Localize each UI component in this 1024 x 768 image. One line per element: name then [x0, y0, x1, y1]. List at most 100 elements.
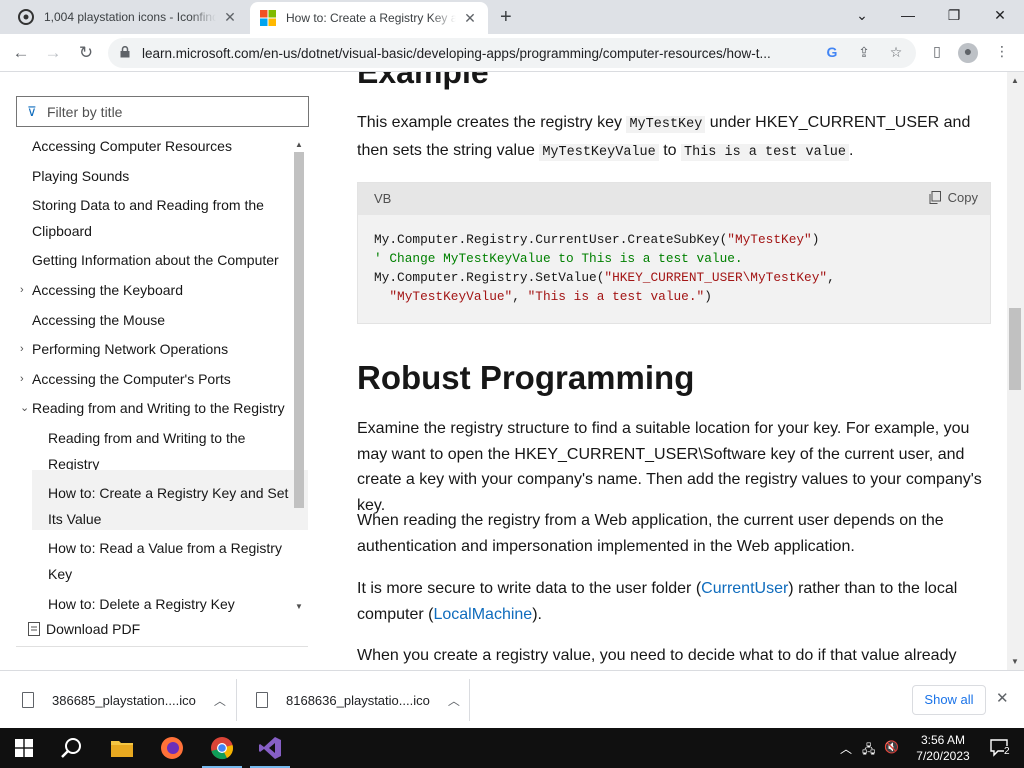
expand-chevron-icon[interactable]: ›: [20, 277, 24, 303]
toc-item-create-registry-key-cont[interactable]: Its Value: [48, 506, 101, 532]
currentuser-link[interactable]: CurrentUser: [701, 580, 788, 597]
expand-chevron-icon[interactable]: ›: [20, 366, 24, 392]
code-string: "MyTestKey": [727, 232, 812, 247]
forward-arrow-icon[interactable]: →: [42, 42, 64, 64]
toc-item-registry[interactable]: ⌄ Reading from and Writing to the Regist…: [20, 395, 285, 421]
download-pdf-label: Download PDF: [46, 621, 141, 637]
collapse-chevron-icon[interactable]: ⌄: [20, 395, 29, 421]
localmachine-link[interactable]: LocalMachine: [433, 606, 532, 623]
download-pdf-link[interactable]: Download PDF: [28, 621, 140, 637]
firefox-button[interactable]: [148, 728, 196, 768]
scroll-thumb[interactable]: [294, 152, 304, 508]
back-arrow-icon[interactable]: ←: [10, 42, 32, 64]
file-explorer-button[interactable]: [98, 728, 146, 768]
new-tab-button[interactable]: +: [500, 6, 512, 29]
close-icon[interactable]: ✕: [996, 689, 1009, 707]
download-bar: 386685_playstation....ico ︿ 8168636_play…: [0, 670, 1024, 728]
restore-icon[interactable]: ❐: [934, 4, 974, 26]
toc-item-read-value[interactable]: How to: Read a Value from a Registry: [48, 535, 282, 561]
chevron-up-icon[interactable]: ︿: [448, 692, 460, 709]
code-header: VB Copy: [358, 183, 990, 215]
code-string: "HKEY_CURRENT_USER\MyTestKey": [604, 270, 828, 285]
toc-item-delete-key[interactable]: How to: Delete a Registry Key: [48, 591, 235, 614]
toc-item-accessing-computer-resources[interactable]: Accessing Computer Resources: [32, 134, 232, 159]
tab-registry-doc[interactable]: How to: Create a Registry Key and Set It…: [250, 2, 488, 34]
start-button[interactable]: [0, 728, 48, 768]
expand-chevron-icon[interactable]: ›: [20, 336, 24, 362]
code-token: ): [811, 232, 820, 247]
download-filename: 386685_playstation....ico: [52, 692, 196, 708]
tab-strip: 1,004 playstation icons - Iconfinder ✕ H…: [0, 0, 1024, 34]
download-filename: 8168636_playstatio....ico: [286, 692, 430, 708]
text: ).: [532, 605, 542, 623]
volume-muted-icon[interactable]: 🔇: [884, 740, 899, 754]
side-panel-icon[interactable]: ▯: [927, 43, 947, 63]
notification-count-badge: 2: [1004, 746, 1010, 757]
visual-studio-button[interactable]: [246, 728, 294, 768]
toc-item-accessing-keyboard[interactable]: › Accessing the Keyboard: [20, 277, 183, 303]
code-language-label: VB: [374, 191, 392, 206]
close-window-icon[interactable]: ✕: [980, 4, 1020, 26]
profile-avatar-icon[interactable]: ●: [958, 43, 978, 63]
network-icon[interactable]: 🖧: [862, 740, 875, 761]
toc-item-computer-info[interactable]: Getting Information about the Computer: [32, 247, 279, 273]
download-item[interactable]: 8168636_playstatio....ico ︿: [256, 671, 460, 729]
download-item[interactable]: 386685_playstation....ico ︿: [22, 671, 226, 729]
text: It is more secure to write data to the u…: [357, 580, 702, 597]
show-hidden-icons-chevron[interactable]: ︿: [840, 740, 852, 757]
toc-item-computer-ports[interactable]: › Accessing the Computer's Ports: [20, 366, 231, 392]
lock-icon: [120, 46, 130, 58]
action-center-button[interactable]: 2: [976, 728, 1024, 768]
filter-input[interactable]: [47, 103, 308, 120]
toc-filter[interactable]: ⊽: [16, 96, 309, 127]
toc-item-storing-data-clipboard-cont[interactable]: Clipboard: [32, 218, 92, 244]
reload-icon[interactable]: ↻: [75, 42, 97, 64]
microsoft-logo-icon: [260, 10, 276, 26]
code-token: My.Computer.Registry.SetValue(: [374, 270, 605, 285]
close-tab-icon[interactable]: ✕: [222, 9, 238, 26]
google-translate-icon[interactable]: G: [822, 44, 842, 62]
copy-label: Copy: [947, 190, 978, 205]
scroll-down-icon[interactable]: ▼: [295, 602, 303, 611]
chrome-icon: [211, 737, 233, 760]
code-token: ,: [827, 270, 835, 285]
text: to: [658, 141, 681, 159]
paragraph: It is more secure to write data to the u…: [357, 576, 991, 627]
toc-item-storing-data-clipboard[interactable]: Storing Data to and Reading from the: [32, 192, 264, 218]
code-block: VB Copy My.Computer.Registry.CurrentUser…: [357, 182, 991, 324]
paragraph: When reading the registry from a Web app…: [357, 512, 944, 555]
more-menu-icon[interactable]: ⋮: [992, 43, 1012, 63]
toc-item-create-registry-key[interactable]: How to: Create a Registry Key and Set: [48, 480, 288, 506]
address-bar[interactable]: learn.microsoft.com/en-us/dotnet/visual-…: [108, 38, 916, 68]
tab-iconfinder[interactable]: 1,004 playstation icons - Iconfinder ✕: [8, 0, 248, 34]
chevron-up-icon[interactable]: ︿: [214, 692, 226, 709]
toc-item-accessing-mouse[interactable]: Accessing the Mouse: [32, 307, 165, 333]
scroll-up-icon[interactable]: ▲: [295, 140, 303, 149]
close-tab-icon[interactable]: ✕: [462, 10, 478, 27]
file-icon: [22, 692, 34, 708]
file-icon: [256, 692, 268, 708]
search-button[interactable]: [48, 728, 96, 768]
show-all-button[interactable]: Show all: [912, 685, 986, 715]
toc-item-read-value-cont[interactable]: Key: [48, 561, 72, 587]
system-clock[interactable]: 3:56 AM 7/20/2023: [912, 732, 974, 764]
scroll-down-icon[interactable]: ▼: [1011, 657, 1019, 666]
page-scrollbar[interactable]: ▲ ▼: [1007, 72, 1024, 670]
minimize-icon[interactable]: —: [888, 4, 928, 26]
bookmark-star-icon[interactable]: ☆: [886, 44, 906, 62]
scroll-up-icon[interactable]: ▲: [1011, 76, 1019, 85]
divider: [469, 679, 470, 721]
toc-item-read-write-registry[interactable]: Reading from and Writing to the: [48, 425, 245, 451]
tab-search-chevron-icon[interactable]: ⌄: [842, 4, 882, 26]
clock-date: 7/20/2023: [916, 749, 970, 763]
toc-scrollbar[interactable]: ▲ ▼: [292, 138, 306, 614]
share-icon[interactable]: ⇪: [854, 44, 874, 62]
chrome-button[interactable]: [198, 728, 246, 768]
scroll-thumb[interactable]: [1009, 308, 1021, 390]
clock-time: 3:56 AM: [920, 733, 966, 747]
copy-button[interactable]: Copy: [929, 190, 978, 205]
toc-item-network-operations[interactable]: › Performing Network Operations: [20, 336, 228, 362]
firefox-icon: [161, 737, 183, 759]
toc-item-playing-sounds[interactable]: Playing Sounds: [32, 163, 129, 189]
